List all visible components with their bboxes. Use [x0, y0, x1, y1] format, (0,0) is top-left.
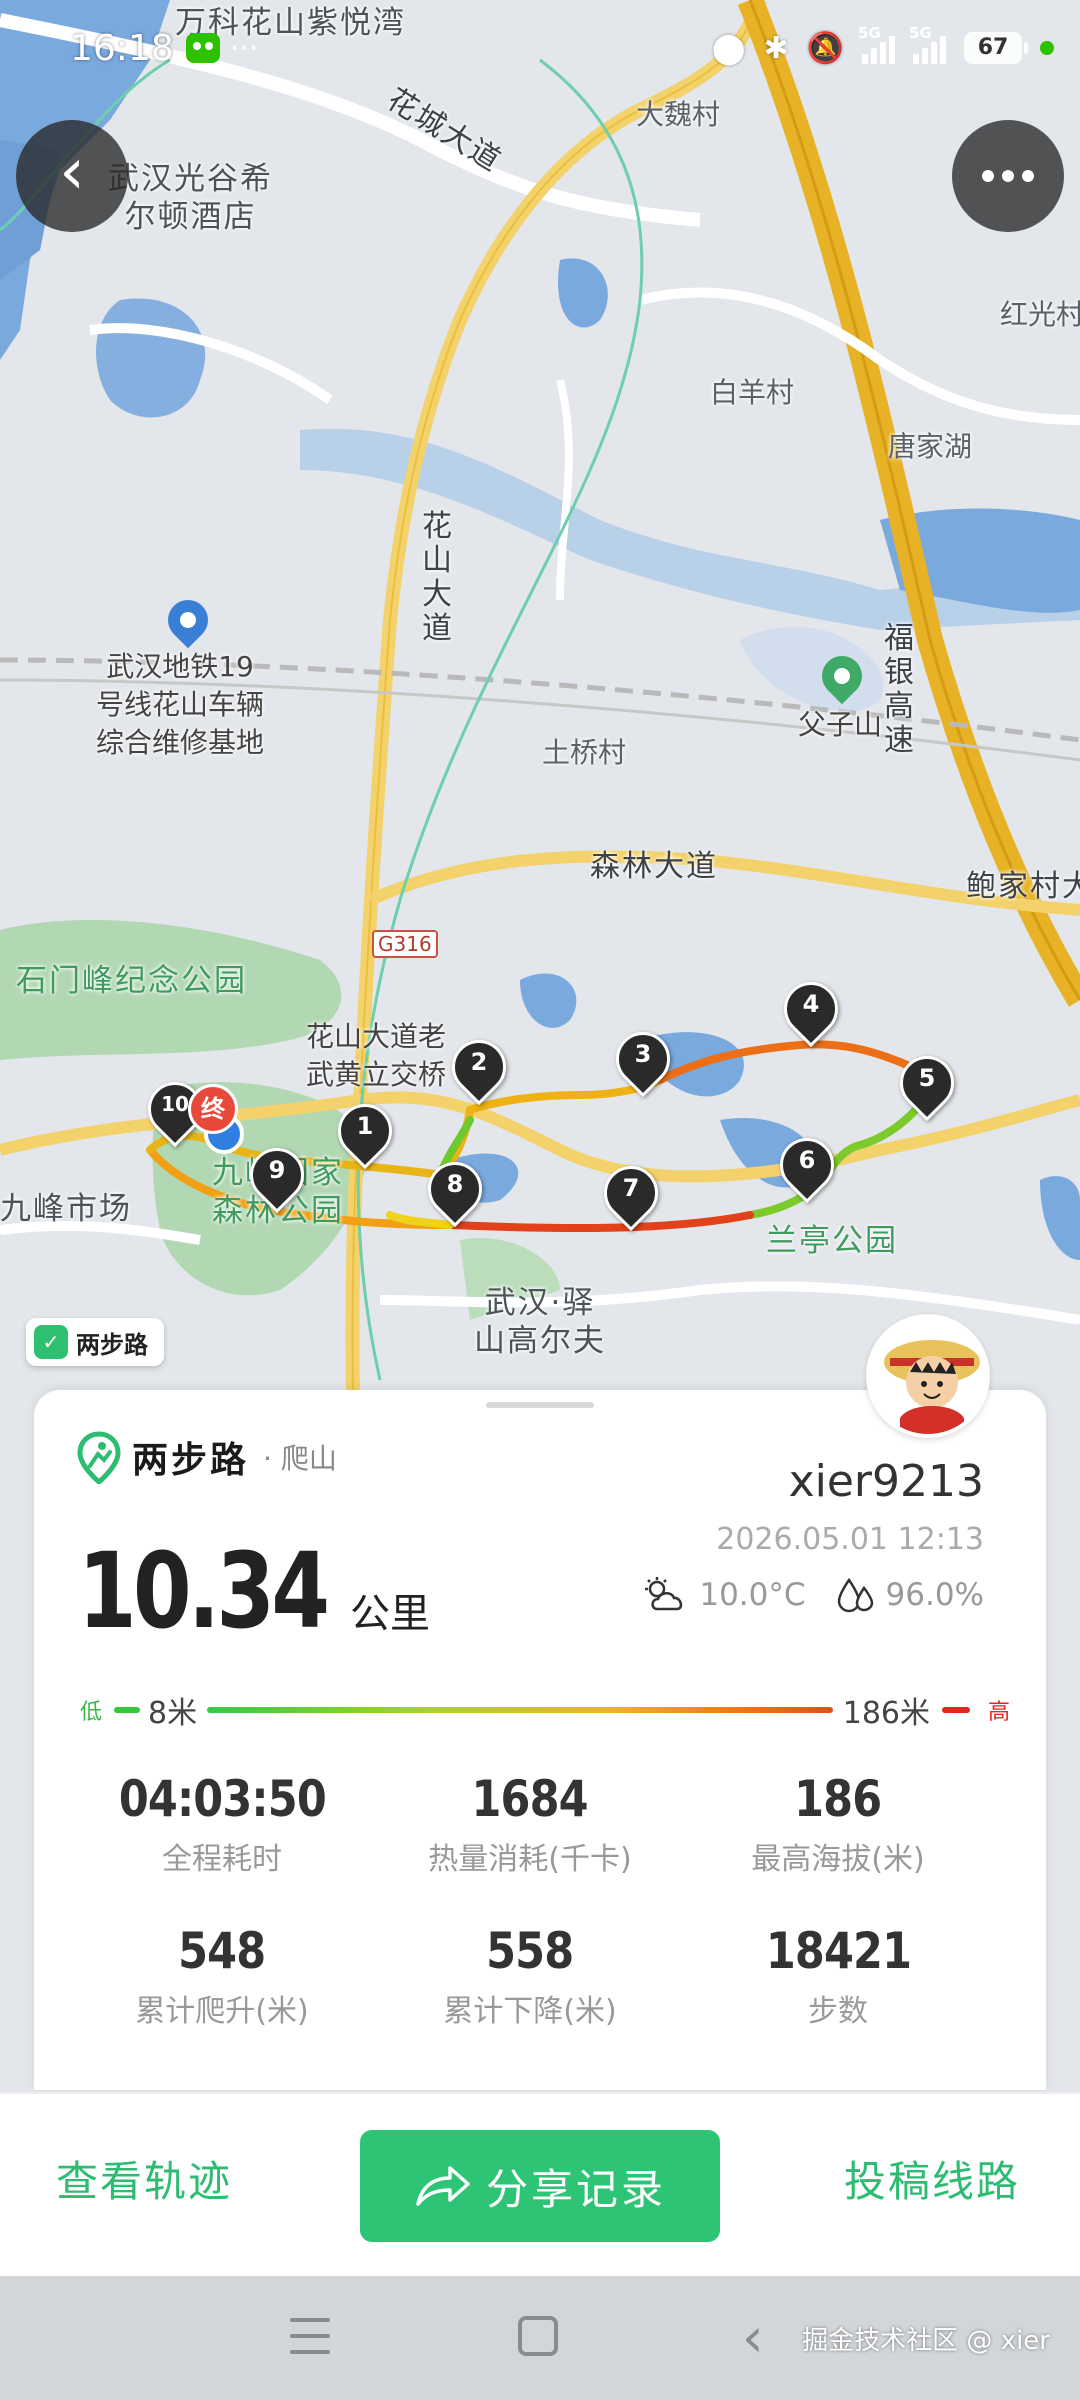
track-marker[interactable]: 6	[768, 1126, 846, 1204]
track-marker[interactable]: 7	[592, 1154, 670, 1232]
elevation-legend: 低 8米 186米 高	[80, 1690, 1010, 1731]
humidity-icon	[837, 1577, 873, 1613]
status-bar: 16:18 ··· ⬤ ✱ 🔕 5G 5G 67	[0, 0, 1080, 96]
location-icon: ⬤	[711, 30, 746, 66]
stat-label: 热量消耗(千卡)	[428, 1842, 632, 1877]
stat-label: 最高海拔(米)	[751, 1842, 925, 1877]
more-options-button[interactable]	[952, 120, 1064, 232]
map-label-daweicun: 大魏村	[636, 98, 721, 131]
mute-icon: 🔕	[806, 30, 844, 66]
stat-label: 全程耗时	[162, 1842, 282, 1877]
map-label-huashan-ave: 花 山 大 道	[422, 509, 454, 646]
action-bar: 查看轨迹 分享记录 投稿线路	[0, 2092, 1080, 2276]
avatar[interactable]	[866, 1314, 990, 1438]
stat-value: 558	[486, 1922, 574, 1980]
nav-back-button[interactable]: ‹	[742, 2306, 764, 2369]
distance-unit: 公里	[349, 1591, 430, 1637]
activity-summary-card: 两步路 · 爬山 xier9213 2026.05.01 12:13 10.34…	[34, 1390, 1046, 2090]
back-button[interactable]: ‹	[16, 120, 128, 232]
battery-icon: 67	[964, 32, 1028, 64]
partly-cloudy-icon	[645, 1577, 683, 1611]
stat-total-descent: 558 累计下降(米)	[376, 1922, 684, 2030]
map-label-fuyin-expy: 福 银 高 速	[884, 621, 916, 758]
home-button[interactable]	[518, 2316, 558, 2356]
humidity: 96.0%	[885, 1577, 984, 1613]
signal-icon: 5G	[858, 24, 895, 64]
stat-total-ascent: 548 累计爬升(米)	[68, 1922, 376, 2030]
wechat-icon	[185, 33, 220, 63]
map-label-tangjiahu: 唐家湖	[888, 430, 973, 463]
map-label-senlin-ave: 森林大道	[590, 849, 718, 884]
share-arrow-icon	[416, 2166, 470, 2206]
elevation-min: 8米	[148, 1696, 198, 1731]
stat-value: 04:03:50	[118, 1770, 326, 1828]
elevation-high-swatch	[942, 1707, 970, 1713]
stat-duration: 04:03:50 全程耗时	[68, 1770, 376, 1878]
activity-type: · 爬山	[263, 1442, 337, 1475]
map-label-baiyangcun: 白羊村	[710, 376, 795, 409]
map-label-hotel: 武汉光谷希 尔顿酒店	[108, 161, 273, 235]
end-marker: 终	[188, 1084, 238, 1134]
track-marker[interactable]: 1	[326, 1092, 404, 1170]
distance-value: 10.34	[78, 1530, 330, 1652]
map-label-fuzishan: 父子山	[798, 708, 883, 741]
system-nav-bar: ‹ 掘金技术社区 @ xier	[0, 2276, 1080, 2400]
bluetooth-icon: ✱	[763, 30, 789, 66]
recent-apps-button[interactable]	[290, 2318, 330, 2354]
map-label-jiufeng-market: 九峰市场	[0, 1191, 132, 1227]
logo-text: 两步路	[132, 1440, 250, 1481]
stat-calories: 1684 热量消耗(千卡)	[376, 1770, 684, 1878]
username: xier9213	[788, 1456, 984, 1507]
brand-logo-icon: ✓	[34, 1325, 68, 1359]
map-label-g316: G316	[372, 930, 438, 958]
view-track-button[interactable]: 查看轨迹	[56, 2148, 232, 2209]
stat-value: 186	[794, 1770, 882, 1828]
track-marker[interactable]: 9	[238, 1136, 316, 1214]
watermark: 掘金技术社区 @ xier	[802, 2326, 1050, 2356]
stat-label: 累计爬升(米)	[135, 1994, 309, 2029]
map-label-golf: 武汉·驿 山高尔夫	[474, 1285, 606, 1359]
stat-value: 1684	[471, 1770, 589, 1828]
more-notifications-icon: ···	[229, 30, 259, 66]
stat-value: 18421	[765, 1922, 911, 1980]
track-marker[interactable]: 8	[416, 1150, 494, 1228]
elevation-low-swatch	[114, 1707, 140, 1713]
elevation-high-label: 高	[987, 1700, 1010, 1725]
elevation-low-label: 低	[80, 1700, 103, 1725]
track-marker[interactable]: 2	[440, 1028, 518, 1106]
submit-route-button[interactable]: 投稿线路	[844, 2148, 1020, 2209]
privacy-indicator-icon	[1040, 41, 1054, 55]
signal-icon: 5G	[909, 24, 946, 64]
activity-datetime: 2026.05.01 12:13	[716, 1522, 984, 1557]
stat-label: 累计下降(米)	[443, 1994, 617, 2029]
stats-grid: 04:03:50 全程耗时 1684 热量消耗(千卡) 186 最高海拔(米) …	[68, 1770, 992, 2030]
map-label-hongguang: 红光村	[1000, 298, 1080, 331]
track-marker[interactable]: 5	[888, 1044, 966, 1122]
card-logo: 两步路 · 爬山	[76, 1430, 337, 1484]
map-label-metro-depot: 武汉地铁19 号线花山车辆 综合维修基地	[96, 650, 265, 759]
map-label-interchange: 花山大道老 武黄立交桥	[306, 1020, 447, 1091]
stat-value: 548	[178, 1922, 266, 1980]
map-label-lanting-park: 兰亭公园	[766, 1223, 898, 1259]
elevation-gradient-bar	[207, 1707, 833, 1713]
share-record-button[interactable]: 分享记录	[360, 2130, 720, 2242]
map-label-shimenfeng: 石门峰纪念公园	[16, 963, 247, 999]
track-marker[interactable]: 3	[604, 1020, 682, 1098]
weather-info: 10.0°C 96.0%	[643, 1576, 984, 1614]
status-time: 16:18	[70, 27, 174, 69]
brand-badge: ✓ 两步路	[26, 1318, 164, 1366]
drag-handle[interactable]	[486, 1402, 594, 1408]
brand-badge-text: 两步路	[76, 1330, 148, 1359]
distance: 10.34 公里	[78, 1530, 430, 1652]
share-label: 分享记录	[485, 2164, 666, 2214]
temperature: 10.0°C	[699, 1577, 806, 1613]
stat-label: 步数	[808, 1994, 868, 2029]
liangbulu-logo-icon	[77, 1431, 121, 1484]
stat-steps: 18421 步数	[684, 1922, 992, 2030]
map-label-tuqiaocun: 土桥村	[542, 736, 627, 769]
track-marker[interactable]: 4	[772, 970, 850, 1048]
map-label-baojiacun: 鲍家村大	[966, 869, 1080, 904]
stat-max-altitude: 186 最高海拔(米)	[684, 1770, 992, 1878]
elevation-max: 186米	[842, 1696, 930, 1731]
